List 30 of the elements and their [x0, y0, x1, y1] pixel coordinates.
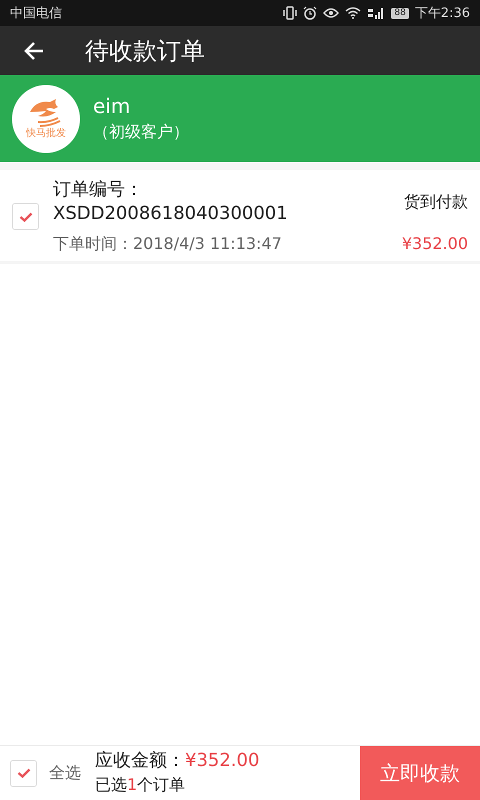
logo-caption: 快马批发	[26, 128, 66, 140]
order-number: XSDD2008618040300001	[53, 202, 288, 226]
order-amount: ¥352.00	[402, 234, 468, 255]
total-amount: ¥352.00	[185, 750, 260, 771]
alarm-icon	[303, 6, 318, 20]
eye-icon	[323, 7, 340, 19]
total-label: 应收金额：	[95, 750, 185, 771]
order-time: 下单时间：2018/4/3 11:13:47	[53, 234, 282, 255]
vibrate-icon	[283, 6, 298, 20]
selected-prefix: 已选	[95, 775, 127, 794]
select-all-checkbox[interactable]	[10, 760, 37, 786]
clock-time: 下午2:36	[414, 5, 470, 22]
check-icon	[18, 212, 32, 222]
select-all-label[interactable]: 全选	[49, 762, 81, 784]
order-card[interactable]: 订单编号： XSDD2008618040300001 货到付款 下单时间：2018/4/3 11:13:47 ¥352.00	[0, 170, 480, 264]
signal-icon	[367, 7, 386, 19]
back-arrow-icon[interactable]	[23, 40, 45, 60]
page-title: 待收款订单	[85, 36, 205, 66]
payment-method: 货到付款	[404, 192, 468, 212]
order-checkbox[interactable]	[12, 203, 39, 230]
selected-count: 1	[127, 775, 138, 794]
carrier-name: 中国电信	[10, 5, 62, 22]
battery-level: 88	[391, 8, 409, 18]
check-icon	[16, 768, 30, 778]
customer-level: （初级客户）	[93, 122, 189, 143]
selected-suffix: 个订单	[137, 775, 186, 794]
customer-name: eim	[93, 94, 132, 118]
order-number-label: 订单编号：	[53, 178, 144, 202]
collect-button[interactable]: 立即收款	[360, 746, 480, 800]
wifi-icon	[345, 7, 362, 19]
